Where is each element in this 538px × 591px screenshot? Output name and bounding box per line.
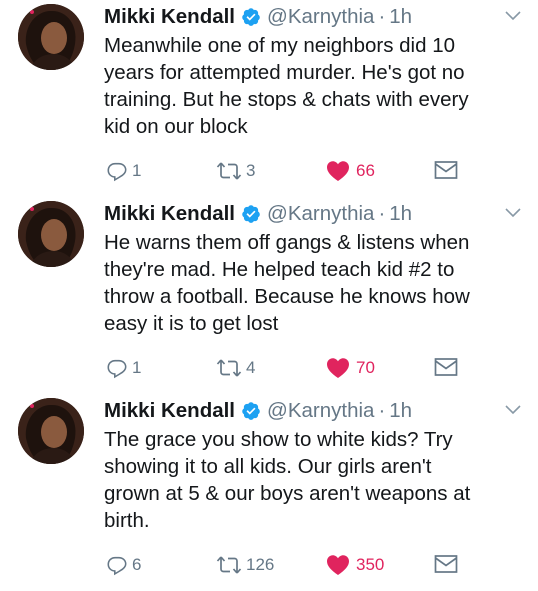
- tweet-header: Mikki Kendall @Karnythia · 1h: [104, 394, 524, 428]
- tweet-text: The grace you show to white kids? Try sh…: [104, 428, 471, 532]
- heart-icon: [327, 358, 349, 378]
- reply-icon: [107, 556, 127, 576]
- reply-count: 1: [132, 161, 142, 180]
- tweet-header: Mikki Kendall @Karnythia · 1h: [104, 0, 524, 34]
- reply-button[interactable]: 1: [106, 357, 141, 379]
- chevron-down-icon[interactable]: [504, 404, 522, 416]
- verified-badge-icon: [242, 8, 260, 26]
- tweet-content: Mikki Kendall @Karnythia · 1h He warns t…: [104, 197, 524, 379]
- author-handle[interactable]: @Karnythia: [267, 5, 374, 29]
- like-count: 350: [356, 555, 385, 574]
- avatar[interactable]: [18, 201, 84, 267]
- chevron-down-icon[interactable]: [504, 207, 522, 219]
- separator-dot: ·: [378, 5, 386, 28]
- tweet[interactable]: Mikki Kendall @Karnythia · 1h The grace …: [0, 394, 538, 591]
- verified-badge-icon: [242, 402, 260, 420]
- author-name[interactable]: Mikki Kendall: [104, 202, 235, 226]
- author-name[interactable]: Mikki Kendall: [104, 5, 235, 29]
- tweet-text: He warns them off gangs & listens when t…: [104, 231, 470, 335]
- tweet-actions: 1 4 70: [104, 357, 524, 381]
- retweet-count: 4: [246, 358, 256, 377]
- mail-icon: [434, 358, 458, 376]
- separator-dot: ·: [378, 399, 386, 422]
- mail-icon: [434, 555, 458, 573]
- reply-count: 6: [132, 555, 142, 574]
- retweet-count: 3: [246, 161, 256, 180]
- retweet-icon: [216, 556, 242, 574]
- like-count: 66: [356, 161, 375, 180]
- tweet-timestamp[interactable]: 1h: [389, 202, 412, 226]
- chevron-down-icon[interactable]: [504, 10, 522, 22]
- tweet[interactable]: Mikki Kendall @Karnythia · 1h Meanwhile …: [0, 0, 538, 197]
- reply-icon: [107, 162, 127, 182]
- direct-message-button[interactable]: [434, 554, 458, 574]
- heart-icon: [327, 555, 349, 575]
- author-name[interactable]: Mikki Kendall: [104, 399, 235, 423]
- like-button[interactable]: 66: [326, 160, 375, 182]
- avatar[interactable]: [18, 4, 84, 70]
- like-count: 70: [356, 358, 375, 377]
- retweet-button[interactable]: 126: [216, 554, 274, 576]
- avatar[interactable]: [18, 398, 84, 464]
- author-handle[interactable]: @Karnythia: [267, 202, 374, 226]
- like-button[interactable]: 70: [326, 357, 375, 379]
- tweet-header: Mikki Kendall @Karnythia · 1h: [104, 197, 524, 231]
- reply-count: 1: [132, 358, 142, 377]
- author-handle[interactable]: @Karnythia: [267, 399, 374, 423]
- reply-icon: [107, 359, 127, 379]
- tweet-thread: Mikki Kendall @Karnythia · 1h Meanwhile …: [0, 0, 538, 591]
- tweet-timestamp[interactable]: 1h: [389, 5, 412, 29]
- tweet[interactable]: Mikki Kendall @Karnythia · 1h He warns t…: [0, 197, 538, 394]
- retweet-button[interactable]: 4: [216, 357, 255, 379]
- reply-button[interactable]: 1: [106, 160, 141, 182]
- retweet-button[interactable]: 3: [216, 160, 255, 182]
- tweet-content: Mikki Kendall @Karnythia · 1h Meanwhile …: [104, 0, 524, 182]
- retweet-icon: [216, 359, 242, 377]
- tweet-timestamp[interactable]: 1h: [389, 399, 412, 423]
- separator-dot: ·: [378, 202, 386, 225]
- mail-icon: [434, 161, 458, 179]
- retweet-icon: [216, 162, 242, 180]
- direct-message-button[interactable]: [434, 160, 458, 180]
- like-button[interactable]: 350: [326, 554, 384, 576]
- tweet-actions: 1 3 66: [104, 160, 524, 184]
- direct-message-button[interactable]: [434, 357, 458, 377]
- tweet-content: Mikki Kendall @Karnythia · 1h The grace …: [104, 394, 524, 576]
- verified-badge-icon: [242, 205, 260, 223]
- tweet-actions: 6 126 350: [104, 554, 524, 578]
- retweet-count: 126: [246, 555, 275, 574]
- heart-icon: [327, 161, 349, 181]
- reply-button[interactable]: 6: [106, 554, 141, 576]
- tweet-text: Meanwhile one of my neighbors did 10 yea…: [104, 34, 469, 138]
